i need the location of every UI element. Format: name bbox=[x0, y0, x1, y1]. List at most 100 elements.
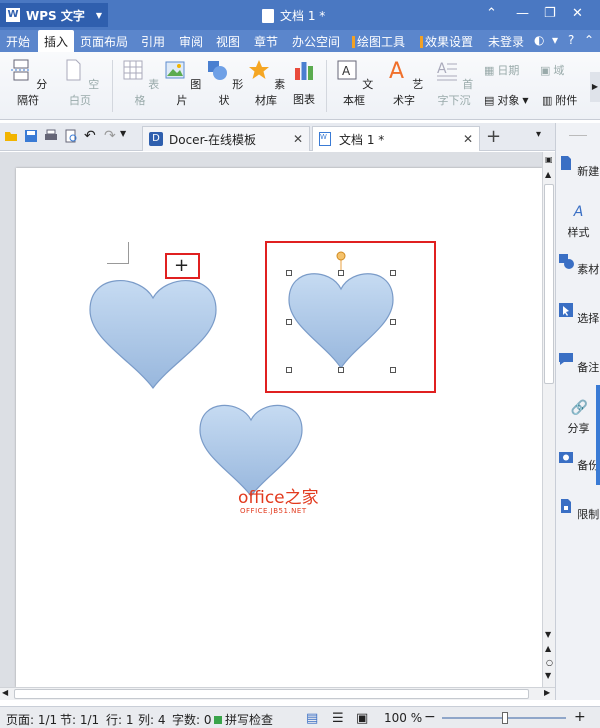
document-icon bbox=[262, 8, 274, 23]
svg-text:A: A bbox=[389, 59, 404, 82]
menu-home[interactable]: 开始 bbox=[6, 33, 30, 50]
pane-material[interactable]: 素材 bbox=[556, 253, 600, 277]
page-break-button[interactable]: 分隔符 bbox=[6, 58, 50, 108]
save-icon[interactable] bbox=[24, 129, 38, 143]
login-link[interactable]: 未登录 bbox=[488, 33, 524, 50]
ribbon-scroll-right[interactable]: ▶ bbox=[590, 72, 600, 102]
menu-drawing-tools[interactable]: 绘图工具 bbox=[352, 33, 405, 50]
textbox-button[interactable]: A 文本框 bbox=[332, 58, 376, 108]
browse-object-icon[interactable]: ○ bbox=[546, 658, 553, 667]
pane-collapse-handle[interactable] bbox=[596, 385, 600, 485]
pane-backup[interactable]: 备份 bbox=[556, 449, 600, 473]
outline-view-icon[interactable]: ☰ bbox=[332, 711, 344, 726]
skin-icon[interactable]: ◐ bbox=[534, 33, 544, 47]
menu-office-space[interactable]: 办公空间 bbox=[292, 33, 340, 50]
material-library-button[interactable]: 素材库 bbox=[246, 58, 286, 108]
collapse-ribbon-icon[interactable]: ⌃ bbox=[584, 33, 594, 47]
pane-new[interactable]: 新建 bbox=[556, 155, 600, 179]
close-button[interactable]: ✕ bbox=[572, 6, 583, 21]
ruler-toggle-icon[interactable]: ▣ bbox=[545, 155, 553, 164]
prev-page-icon[interactable]: ▲ bbox=[545, 644, 551, 653]
pane-notes[interactable]: 备注 bbox=[556, 351, 600, 375]
status-page[interactable]: 页面: 1/1 bbox=[6, 711, 57, 728]
tab-docer[interactable]: D Docer-在线模板 ✕ bbox=[142, 126, 310, 151]
collapse-icon[interactable]: ⌃ bbox=[486, 6, 497, 21]
vertical-scroll-thumb[interactable] bbox=[544, 184, 554, 384]
field-icon: ▣ bbox=[540, 63, 551, 77]
tab-list-icon[interactable]: ▾ bbox=[536, 129, 541, 140]
attachment-button[interactable]: ▥ 附件 bbox=[542, 92, 577, 108]
minimize-button[interactable]: — bbox=[516, 6, 529, 21]
pane-share[interactable]: 🔗 分享 bbox=[556, 400, 600, 436]
svg-text:A: A bbox=[342, 64, 351, 78]
pane-select[interactable]: 选择 bbox=[556, 302, 600, 326]
menu-review[interactable]: 审阅 bbox=[179, 33, 203, 50]
object-button[interactable]: ▤ 对象 ▼ bbox=[484, 92, 529, 108]
scroll-left-icon[interactable]: ◀ bbox=[2, 688, 8, 697]
menu-references[interactable]: 引用 bbox=[141, 33, 165, 50]
watermark-text: office之家 bbox=[238, 488, 319, 508]
textbox-icon: A bbox=[337, 60, 357, 80]
document-title: 文档 1 * bbox=[262, 7, 325, 24]
page-view-icon[interactable]: ▤ bbox=[306, 711, 318, 726]
menu-view[interactable]: 视图 bbox=[216, 33, 240, 50]
pane-restrict[interactable]: 限制 bbox=[556, 498, 600, 522]
zoom-level[interactable]: 100 % bbox=[384, 711, 422, 725]
date-button[interactable]: ▦ 日期 bbox=[484, 62, 519, 78]
menu-insert[interactable]: 插入 bbox=[38, 30, 75, 52]
star-icon bbox=[248, 60, 269, 79]
picture-button[interactable]: 图片 bbox=[162, 58, 202, 108]
app-menu-button[interactable]: W WPS 文字 ▼ bbox=[0, 3, 108, 27]
blank-page-button[interactable]: 空白页 bbox=[58, 58, 102, 108]
scroll-up-icon[interactable]: ▲ bbox=[545, 170, 551, 179]
open-folder-icon[interactable] bbox=[4, 129, 18, 143]
margin-corner-mark bbox=[107, 242, 129, 264]
table-button[interactable]: 表格 bbox=[120, 58, 160, 108]
status-column: 列: 4 bbox=[138, 713, 166, 727]
zoom-out-button[interactable]: − bbox=[424, 709, 436, 725]
close-icon[interactable]: ✕ bbox=[293, 132, 303, 146]
status-bar: 页面: 1/1 节: 1/1 行: 1 列: 4 字数: 0 拼写检查 ▤ ☰ … bbox=[0, 706, 600, 728]
new-document-icon bbox=[560, 156, 571, 170]
comment-icon bbox=[558, 353, 573, 365]
horizontal-scrollbar[interactable]: ◀ ▶ bbox=[0, 687, 555, 700]
chevron-down-icon[interactable]: ▼ bbox=[120, 129, 126, 138]
dropcap-icon: A bbox=[436, 61, 457, 81]
spell-check-toggle[interactable]: 拼写检查 bbox=[214, 711, 273, 728]
print-preview-icon[interactable] bbox=[64, 129, 78, 143]
scroll-right-icon[interactable]: ▶ bbox=[544, 688, 550, 697]
new-tab-button[interactable]: + bbox=[486, 126, 501, 147]
zoom-slider-thumb[interactable] bbox=[502, 712, 508, 724]
wordart-button[interactable]: A 艺术字 bbox=[382, 58, 426, 108]
vertical-scrollbar[interactable]: ▣ ▲ ▼ ▲ ○ ▼ bbox=[542, 152, 555, 687]
undo-icon[interactable]: ↶ bbox=[84, 128, 96, 144]
close-icon[interactable]: ✕ bbox=[463, 132, 473, 146]
crosshair-cursor-icon: + bbox=[174, 255, 190, 276]
menu-page-layout[interactable]: 页面布局 bbox=[80, 33, 128, 50]
horizontal-scroll-thumb[interactable] bbox=[14, 689, 529, 699]
tab-document[interactable]: W 文档 1 * ✕ bbox=[312, 126, 480, 151]
help-icon[interactable]: ? bbox=[568, 33, 574, 47]
ribbon-separator bbox=[112, 60, 113, 112]
next-page-icon[interactable]: ▼ bbox=[545, 671, 551, 680]
menu-chapter[interactable]: 章节 bbox=[254, 33, 278, 50]
field-button[interactable]: ▣ 域 bbox=[540, 62, 564, 78]
restore-button[interactable]: ❐ bbox=[544, 6, 556, 21]
chart-button[interactable]: 图表 bbox=[288, 58, 320, 107]
wordart-icon: A bbox=[389, 59, 404, 84]
attachment-icon: ▥ bbox=[542, 93, 553, 107]
status-section[interactable]: 节: 1/1 bbox=[60, 711, 99, 728]
redo-icon[interactable]: ↷ bbox=[104, 128, 116, 144]
chevron-down-icon: ▼ bbox=[522, 95, 529, 105]
web-view-icon[interactable]: ▣ bbox=[356, 711, 368, 726]
pane-styles[interactable]: A 样式 bbox=[556, 204, 600, 240]
object-icon: ▤ bbox=[484, 93, 495, 107]
shape-button[interactable]: 形状 bbox=[204, 58, 244, 108]
menu-effect-settings[interactable]: 效果设置 bbox=[420, 33, 473, 50]
status-word-count[interactable]: 字数: 0 bbox=[172, 711, 212, 728]
shirt-icon[interactable]: ▾ bbox=[552, 33, 558, 47]
scroll-down-icon[interactable]: ▼ bbox=[545, 630, 551, 639]
print-icon[interactable] bbox=[44, 129, 58, 143]
zoom-in-button[interactable]: + bbox=[574, 709, 586, 725]
dropcap-button[interactable]: A 首字下沉 bbox=[430, 58, 478, 108]
